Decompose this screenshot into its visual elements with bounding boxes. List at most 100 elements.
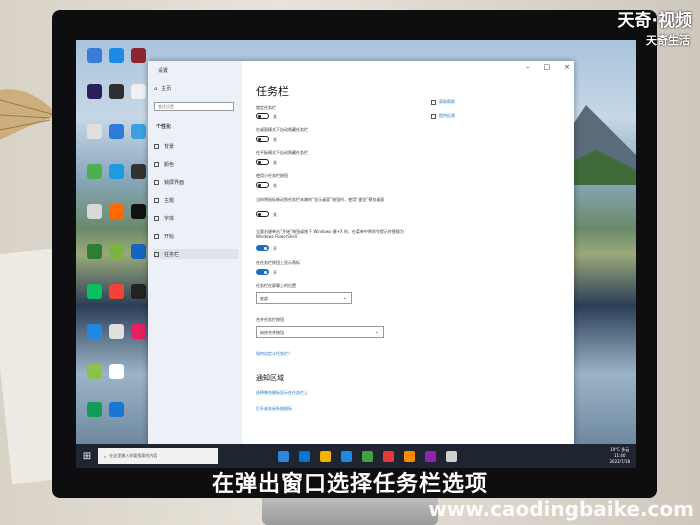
nav-background[interactable]: 背景: [154, 141, 238, 151]
video-caption: 在弹出窗口选择任务栏选项: [211, 472, 488, 497]
desktop-icon[interactable]: [128, 48, 148, 63]
desktop-icon[interactable]: [84, 84, 104, 99]
powershell-toggle[interactable]: [256, 245, 269, 251]
toggle-state: 关: [273, 183, 277, 188]
desktop-icon[interactable]: [128, 244, 148, 259]
autohide-tablet-toggle[interactable]: [256, 159, 269, 165]
desktop-icon[interactable]: [84, 244, 104, 259]
system-tray[interactable]: 19°C 多云 11:40 2022/7/18: [609, 447, 630, 465]
settings-window-title: 设置: [158, 68, 169, 74]
feedback-link[interactable]: 提供反馈: [431, 113, 455, 119]
nav-label: 开始: [164, 233, 175, 240]
desktop-icon[interactable]: [128, 164, 148, 179]
app-icon[interactable]: [425, 450, 436, 462]
chevron-down-icon: ⌄: [342, 295, 347, 301]
palette-icon: [154, 161, 159, 167]
task-view-icon[interactable]: [278, 450, 289, 462]
brush-icon: [154, 197, 159, 203]
desktop-icon[interactable]: [106, 284, 126, 299]
taskbar-search-input[interactable]: ⌕ 在这里输入你要搜索的内容: [98, 448, 218, 464]
nav-taskbar[interactable]: 任务栏: [154, 249, 238, 259]
peek-toggle[interactable]: [256, 211, 269, 217]
desktop-icon[interactable]: [106, 364, 126, 379]
select-icons-link[interactable]: 选择哪些图标显示在任务栏上: [256, 390, 308, 396]
toggle-state: 关: [273, 160, 277, 165]
nav-themes[interactable]: 主题: [154, 195, 238, 205]
desktop-icon[interactable]: [128, 84, 148, 99]
desktop-icon[interactable]: [106, 324, 126, 339]
toggle-state: 开: [273, 246, 277, 251]
brand-logo-sub: 天奇生活: [646, 34, 690, 47]
nav-label: 字体: [164, 215, 175, 222]
desktop-icon[interactable]: [106, 402, 126, 417]
nav-label: 主题: [164, 197, 175, 204]
minimize-icon[interactable]: –: [526, 63, 530, 71]
explorer-icon[interactable]: [320, 450, 331, 462]
desktop-icon[interactable]: [106, 244, 126, 259]
nav-label: 背景: [164, 143, 175, 150]
select-value: 始终合并按钮: [260, 330, 284, 335]
badges-toggle[interactable]: [256, 269, 269, 275]
desktop-icon[interactable]: [128, 284, 148, 299]
desktop-icon[interactable]: [84, 48, 104, 63]
nav-label: 任务栏: [164, 251, 180, 258]
nav-start[interactable]: 开始: [154, 231, 238, 241]
page-title: 任务栏: [256, 85, 289, 98]
lock-taskbar-toggle[interactable]: [256, 113, 269, 119]
plant-leaf: [0, 89, 58, 140]
desktop-screen: 设置 ⌂ 主页 查找设置 个性化 背景 颜色 锁屏界面 主题 字体 开始 任务栏…: [76, 40, 636, 468]
autohide-desktop-toggle[interactable]: [256, 136, 269, 142]
customize-taskbar-link[interactable]: 如何自定义任务栏？: [256, 351, 292, 357]
desktop-icon[interactable]: [128, 324, 148, 339]
close-icon[interactable]: ×: [564, 63, 570, 71]
windows-start-icon[interactable]: ⊞: [76, 444, 98, 468]
site-watermark: www.caodingbaike.com: [428, 497, 694, 521]
nav-fonts[interactable]: 字体: [154, 213, 238, 223]
nav-lock-screen[interactable]: 锁屏界面: [154, 177, 238, 187]
taskbar: ⊞ ⌕ 在这里输入你要搜索的内容 19°C 多云 11:40 2022/7/18: [76, 444, 636, 468]
desktop-icon[interactable]: [128, 124, 148, 139]
small-buttons-toggle[interactable]: [256, 182, 269, 188]
settings-search-input[interactable]: 查找设置: [154, 102, 234, 111]
get-help-link[interactable]: 获取帮助: [431, 99, 455, 105]
setting-label: 合并任务栏按钮: [256, 317, 284, 322]
desktop-icon[interactable]: [84, 324, 104, 339]
setting-label: 任务栏在屏幕上的位置: [256, 283, 296, 288]
monitor-icon: [154, 179, 159, 185]
desktop-icon[interactable]: [106, 84, 126, 99]
desktop-icon[interactable]: [84, 124, 104, 139]
system-icons-link[interactable]: 打开或关闭系统图标: [256, 406, 292, 412]
desktop-icon[interactable]: [128, 204, 148, 219]
desktop-icon[interactable]: [84, 364, 104, 379]
combine-select[interactable]: 始终合并按钮 ⌄: [256, 326, 384, 338]
nav-home[interactable]: ⌂ 主页: [154, 85, 171, 93]
settings-section-title: 个性化: [156, 124, 172, 130]
edge-icon[interactable]: [299, 450, 310, 462]
nav-colors[interactable]: 颜色: [154, 159, 238, 169]
desktop-icon[interactable]: [84, 284, 104, 299]
clock-date: 2022/7/18: [609, 459, 630, 464]
desktop-icon[interactable]: [106, 124, 126, 139]
font-icon: [154, 215, 159, 221]
toggle-state: 关: [273, 114, 277, 119]
position-select[interactable]: 底部 ⌄: [256, 292, 352, 304]
setting-label: 当我右键单击“开始”按钮或按下 Windows 键+X 时，在菜单中将命令提示符…: [256, 229, 404, 239]
desktop-icon[interactable]: [84, 164, 104, 179]
app-icon[interactable]: [341, 450, 352, 462]
desktop-icon[interactable]: [106, 48, 126, 63]
desktop-icon[interactable]: [106, 204, 126, 219]
desktop-icon[interactable]: [84, 402, 104, 417]
nav-label: 颜色: [164, 161, 175, 168]
taskbar-apps: [278, 450, 457, 462]
wps-icon[interactable]: [383, 450, 394, 462]
settings-gear-icon[interactable]: [446, 450, 457, 462]
settings-main: – □ × 任务栏 获取帮助 提供反馈 锁定任务栏 关 在桌面模式下自动隐藏任务…: [256, 61, 574, 444]
setting-label: 当你将鼠标移动到任务栏末端的“显示桌面”按钮时，使用“速览”预览桌面: [256, 197, 385, 202]
desktop-icon[interactable]: [106, 164, 126, 179]
settings-sidebar: 设置 ⌂ 主页 查找设置 个性化 背景 颜色 锁屏界面 主题 字体 开始 任务栏: [148, 61, 242, 444]
maximize-icon[interactable]: □: [544, 63, 551, 71]
app-icon[interactable]: [404, 450, 415, 462]
desktop-icon[interactable]: [84, 204, 104, 219]
setting-label: 在桌面模式下自动隐藏任务栏: [256, 127, 308, 132]
app-icon[interactable]: [362, 450, 373, 462]
